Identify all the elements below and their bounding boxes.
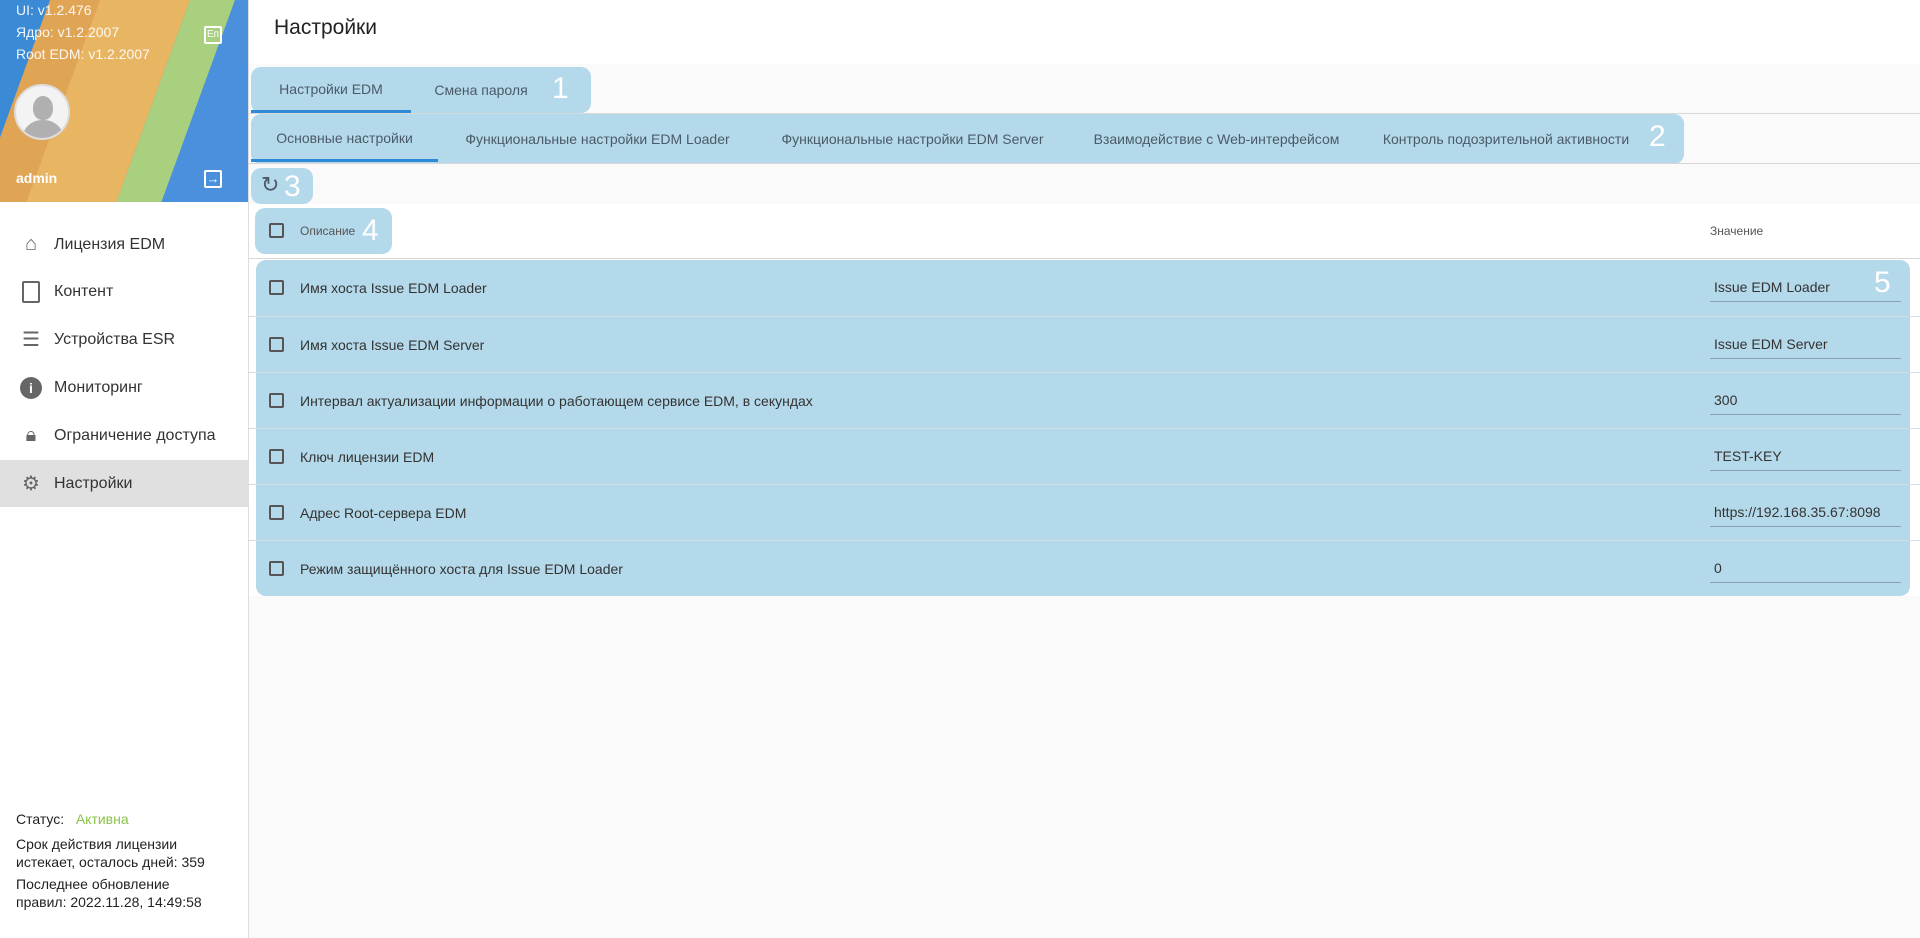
table-row: Адрес Root-сервера EDM https://192.168.3… — [249, 484, 1920, 540]
profile-header: UI: v1.2.476 Ядро: v1.2.2007 Root EDM: v… — [0, 0, 248, 202]
row-value-input[interactable]: https://192.168.35.67:8098 — [1710, 497, 1901, 527]
tab-edm-settings[interactable]: Настройки EDM — [251, 67, 411, 113]
refresh-icon[interactable]: ↻ — [261, 172, 279, 198]
row-value-input[interactable]: Issue EDM Loader — [1710, 272, 1901, 302]
root-version: Root EDM: v1.2.2007 — [16, 46, 150, 62]
home-icon: ⌂ — [24, 233, 38, 255]
annotation-3: 3 — [284, 170, 301, 203]
update-line: правил: 2022.11.28, 14:49:58 — [16, 894, 202, 910]
clipboard-icon — [18, 280, 44, 304]
annotation-2: 2 — [1649, 120, 1666, 153]
sidebar-item-label: Мониторинг — [54, 378, 143, 396]
subtab-web[interactable]: Взаимодействие с Web-интерфейсом — [1068, 116, 1365, 162]
row-description: Ключ лицензии EDM — [300, 449, 435, 465]
sidebar-item-content[interactable]: Контент — [0, 268, 249, 315]
row-checkbox[interactable] — [269, 393, 284, 408]
row-checkbox[interactable] — [269, 449, 284, 464]
table-row: Интервал актуализации информации о работ… — [249, 372, 1920, 428]
license-line: истекает, осталось дней: 359 — [16, 854, 205, 870]
row-description: Адрес Root-сервера EDM — [300, 505, 467, 521]
license-line: Срок действия лицензии — [16, 836, 178, 852]
row-value-input[interactable]: TEST-KEY — [1710, 441, 1901, 471]
row-value-input[interactable]: 0 — [1710, 553, 1901, 583]
table-row: Ключ лицензии EDM TEST-KEY — [249, 428, 1920, 484]
sidebar-item-settings[interactable]: ⚙ Настройки — [0, 460, 249, 507]
settings-table: Описание 4 Значение 5 Имя хоста Issue ED… — [249, 204, 1920, 596]
table-row: Режим защищённого хоста для Issue EDM Lo… — [249, 540, 1920, 596]
sidebar-item-label: Настройки — [54, 474, 133, 492]
select-all-checkbox[interactable] — [269, 223, 284, 238]
gear-icon: ⚙ — [22, 473, 40, 495]
info-icon: i — [18, 376, 44, 400]
ui-version: UI: v1.2.476 — [16, 2, 92, 18]
row-value-input[interactable]: 300 — [1710, 385, 1901, 415]
sidebar: UI: v1.2.476 Ядро: v1.2.2007 Root EDM: v… — [0, 0, 249, 938]
status-label: Статус: — [16, 811, 65, 827]
sidebar-item-label: Ограничение доступа — [54, 426, 216, 444]
main: Настройки Настройки EDM Смена пароля 1 О… — [249, 0, 1920, 938]
subtab-loader[interactable]: Функциональные настройки EDM Loader — [438, 116, 757, 162]
core-version: Ядро: v1.2.2007 — [16, 24, 120, 40]
annotation-1: 1 — [552, 72, 569, 105]
row-description: Имя хоста Issue EDM Loader — [300, 280, 487, 296]
annotation-4: 4 — [362, 214, 379, 247]
row-value-input[interactable]: Issue EDM Server — [1710, 329, 1901, 359]
table-row: Имя хоста Issue EDM Loader Issue EDM Loa… — [249, 260, 1920, 316]
sidebar-item-license[interactable]: ⌂ Лицензия EDM — [0, 221, 249, 268]
top-bar: Настройки — [249, 0, 1920, 64]
logout-icon[interactable]: → — [204, 170, 222, 188]
server-icon: ☰ — [22, 329, 40, 351]
lock-off-icon: 🔒︎ — [25, 424, 37, 446]
row-checkbox[interactable] — [269, 505, 284, 520]
column-header-description[interactable]: Описание — [300, 224, 355, 238]
subtab-basic[interactable]: Основные настройки — [251, 116, 438, 162]
row-checkbox[interactable] — [269, 337, 284, 352]
sidebar-item-devices[interactable]: ☰ Устройства ESR — [0, 316, 249, 363]
page-title: Настройки — [274, 16, 377, 39]
sidebar-item-label: Устройства ESR — [54, 330, 176, 348]
column-header-value: Значение — [1710, 224, 1764, 238]
status-value: Активна — [75, 811, 129, 827]
subtab-suspicious[interactable]: Контроль подозрительной активности — [1365, 116, 1647, 162]
sidebar-item-access[interactable]: 🔒︎ Ограничение доступа — [0, 412, 249, 459]
row-description: Интервал актуализации информации о работ… — [300, 393, 813, 409]
language-icon[interactable]: Еп — [204, 26, 222, 44]
avatar — [14, 84, 70, 140]
username: admin — [16, 170, 58, 186]
tab-change-password[interactable]: Смена пароля — [411, 67, 551, 113]
update-line: Последнее обновление — [16, 876, 170, 892]
row-description: Режим защищённого хоста для Issue EDM Lo… — [300, 561, 623, 577]
subtab-server[interactable]: Функциональные настройки EDM Server — [757, 116, 1068, 162]
row-description: Имя хоста Issue EDM Server — [300, 337, 485, 353]
table-row: Имя хоста Issue EDM Server Issue EDM Ser… — [249, 316, 1920, 372]
sidebar-item-label: Контент — [54, 282, 114, 300]
row-checkbox[interactable] — [269, 280, 284, 295]
rules-update: Последнее обновление правил: 2022.11.28, … — [16, 875, 202, 911]
row-checkbox[interactable] — [269, 561, 284, 576]
status: Статус: Активна — [16, 810, 129, 828]
sidebar-item-label: Лицензия EDM — [54, 235, 166, 253]
sidebar-item-monitoring[interactable]: i Мониторинг — [0, 364, 249, 411]
license-expiry: Срок действия лицензии истекает, осталось… — [16, 835, 205, 871]
